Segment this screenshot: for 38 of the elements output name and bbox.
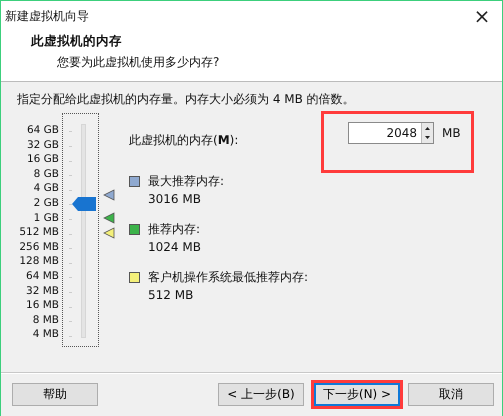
- scale-label: 8 MB: [32, 312, 59, 328]
- legend-value: 1024 MB: [148, 240, 201, 254]
- scale-label: 256 MB: [19, 240, 59, 254]
- next-button[interactable]: 下一步(N) >: [314, 383, 400, 406]
- cancel-button[interactable]: 取消: [408, 383, 494, 406]
- slider-thumb[interactable]: [72, 197, 96, 212]
- memory-label: 此虚拟机的内存(M):: [129, 132, 240, 149]
- scale-label: 512 MB: [19, 225, 59, 240]
- page-subtitle: 您要为此虚拟机使用多少内存?: [56, 54, 220, 71]
- scale-label: 16 GB: [26, 152, 59, 167]
- back-button[interactable]: < 上一步(B): [218, 383, 304, 406]
- scale-label: 32 MB: [26, 284, 59, 298]
- marker-icon: [103, 226, 115, 238]
- scale-label: 4 MB: [32, 327, 59, 342]
- scale-label: 4 GB: [34, 181, 59, 196]
- scale-label: 1 GB: [34, 210, 59, 226]
- scale-label: 32 GB: [26, 138, 59, 152]
- scale-label: 8 GB: [34, 166, 59, 182]
- help-button[interactable]: 帮助: [12, 383, 98, 406]
- memory-spinbox[interactable]: 2048: [348, 122, 434, 144]
- legend-value: 3016 MB: [148, 192, 202, 206]
- scale-label: 2 GB: [34, 196, 59, 211]
- scale-label: 64 GB: [26, 123, 59, 138]
- scale-label: 128 MB: [19, 254, 59, 269]
- marker-icon: [103, 212, 115, 224]
- legend-label: 推荐内存:: [148, 221, 201, 238]
- legend-label: 最大推荐内存:: [148, 173, 224, 190]
- window-title: 新建虚拟机向导: [5, 8, 89, 24]
- memory-slider[interactable]: [62, 113, 99, 347]
- scale-label: 64 MB: [26, 268, 59, 284]
- unit-label: MB: [442, 125, 461, 142]
- scale-label: 16 MB: [26, 298, 59, 313]
- marker-icon: [103, 189, 115, 202]
- instruction-text: 指定分配给此虚拟机的内存量。内存大小必须为 4 MB 的倍数。: [16, 91, 356, 108]
- close-button[interactable]: ×: [462, 2, 502, 30]
- page-title: 此虚拟机的内存: [31, 33, 123, 50]
- legend-label: 客户机操作系统最低推荐内存:: [148, 269, 308, 286]
- legend-value: 512 MB: [148, 288, 194, 302]
